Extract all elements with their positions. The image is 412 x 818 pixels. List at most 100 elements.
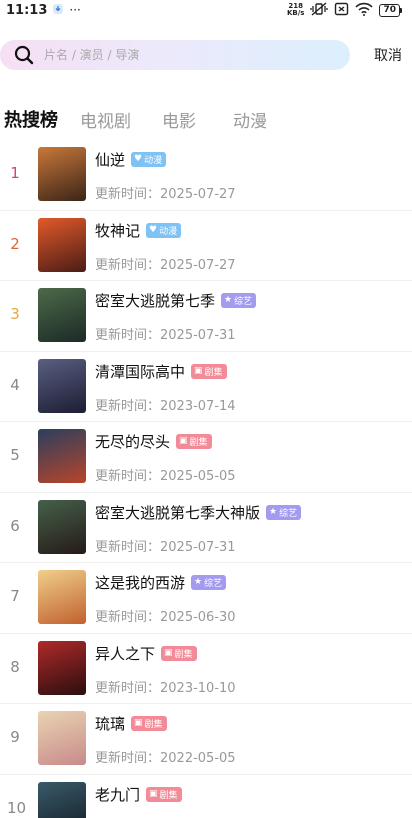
status-right: 218 KB/s 70: [286, 1, 402, 19]
item-title[interactable]: 异人之下: [95, 643, 155, 664]
category-badge: ★ 综艺: [266, 504, 302, 520]
category-badge-label: 动漫: [144, 156, 163, 166]
item-title[interactable]: 仙逆: [95, 149, 125, 170]
update-time: 更新时间：2025-06-30: [95, 610, 236, 625]
category-badge-label: 剧集: [174, 649, 193, 660]
anime-badge-icon: ♥: [149, 224, 158, 235]
list-item[interactable]: 9 琉璃 ▣ 剧集 更新时间：2022-05-05: [0, 704, 412, 775]
list-item[interactable]: 7 这是我的西游 ★ 综艺更新时间：2025-06-30: [0, 563, 412, 634]
anime-badge-icon: ♥: [134, 154, 143, 164]
drama-badge-icon: ▣: [164, 647, 173, 658]
item-title[interactable]: 老九门: [95, 784, 140, 805]
rank-number: 10: [7, 798, 27, 817]
poster-image[interactable]: [38, 781, 86, 818]
item-title[interactable]: 密室大逃脱第七季: [95, 290, 215, 311]
category-badge-label: 剧集: [204, 367, 223, 378]
update-time: 更新时间：2025-07-31: [95, 539, 236, 555]
list-item[interactable]: 2 牧神记 ♥ 动漫更新时间：2025-07-27: [0, 211, 412, 281]
category-badge: ♥ 动漫: [131, 152, 167, 167]
poster-image[interactable]: [38, 711, 86, 765]
list-item[interactable]: 10 老九门 ▣ 剧集: [0, 775, 412, 818]
rank-number: 3: [10, 305, 20, 323]
variety-badge-icon: ★: [194, 577, 203, 587]
drama-badge-icon: ▣: [134, 718, 143, 728]
title-line: 密室大逃脱第七季大神版 ★ 综艺: [95, 502, 302, 523]
title-line: 清潭国际高中 ▣ 剧集: [95, 361, 227, 382]
tab-anime[interactable]: 动漫: [233, 107, 267, 132]
item-title[interactable]: 牧神记: [95, 220, 140, 241]
poster-image[interactable]: [38, 358, 86, 413]
list-item[interactable]: 5 无尽的尽头 ▣ 剧集更新时间：2025-05-05: [0, 422, 412, 493]
tab-hot-search[interactable]: 热搜榜: [4, 106, 58, 132]
cancel-button[interactable]: 取消: [374, 45, 402, 65]
category-badge: ▣ 剧集: [131, 716, 167, 731]
list-item[interactable]: 8 异人之下 ▣ 剧集更新时间：2023-10-10: [0, 634, 412, 704]
search-row: 取消: [0, 40, 412, 70]
poster-image[interactable]: [38, 640, 86, 695]
rank-number: 6: [10, 516, 20, 535]
category-badge: ▣ 剧集: [191, 363, 227, 379]
item-title[interactable]: 无尽的尽头: [95, 431, 170, 452]
title-line: 老九门 ▣ 剧集: [95, 784, 182, 805]
item-title[interactable]: 密室大逃脱第七季大神版: [95, 502, 260, 523]
list-item[interactable]: 3 密室大逃脱第七季 ★ 综艺 更新时间：2025-07-31: [0, 281, 412, 352]
poster-image[interactable]: [38, 429, 86, 483]
drama-badge-icon: ▣: [149, 788, 158, 799]
update-time: 更新时间：2025-05-05: [95, 469, 236, 484]
rank-number: 8: [10, 657, 20, 676]
drama-badge-icon: ▣: [179, 436, 188, 446]
item-title[interactable]: 琉璃: [95, 713, 125, 734]
update-time: 更新时间：2023-07-14: [95, 398, 236, 414]
list-item[interactable]: 6 密室大逃脱第七季大神版 ★ 综艺更新时间：2025-07-31: [0, 493, 412, 563]
rank-number: 7: [10, 587, 20, 605]
category-badge: ♥ 动漫: [146, 222, 182, 238]
no-sim-icon: [334, 2, 349, 19]
poster-image[interactable]: [38, 570, 86, 624]
status-time: 11:13: [6, 2, 48, 18]
rank-number: 2: [10, 234, 20, 253]
search-icon: [14, 45, 34, 65]
rank-number: 1: [10, 164, 20, 182]
battery-icon: 70: [379, 3, 402, 17]
update-time: 更新时间：2025-07-27: [95, 187, 236, 202]
item-title[interactable]: 清潭国际高中: [95, 361, 185, 382]
tab-bar: 热搜榜 电视剧 电影 动漫: [0, 104, 267, 132]
category-badge-label: 剧集: [144, 720, 163, 730]
category-badge: ▣ 剧集: [176, 434, 212, 449]
battery-level: 70: [379, 3, 400, 17]
ranking-list: 1 仙逆 ♥ 动漫 更新时间：2025-07-27 2 牧神记 ♥ 动漫 更新时间：2025-07…: [0, 140, 412, 818]
poster-image[interactable]: [38, 499, 86, 554]
rank-number: 9: [10, 728, 20, 746]
list-item[interactable]: 4 清潭国际高中 ▣ 剧集更新时间：2023-07-14: [0, 352, 412, 422]
rank-number: 4: [10, 375, 20, 394]
poster-image[interactable]: [38, 217, 86, 272]
status-left: 11:13 ···: [6, 3, 81, 18]
variety-badge-icon: ★: [269, 506, 278, 517]
category-badge: ★ 综艺: [221, 293, 257, 308]
category-badge: ▣ 剧集: [146, 786, 182, 802]
variety-badge-icon: ★: [224, 295, 233, 305]
category-badge-label: 剧集: [159, 790, 178, 801]
update-time: 更新时间：2025-07-27: [95, 257, 236, 273]
title-line: 异人之下 ▣ 剧集: [95, 643, 197, 664]
update-time: 更新时间：2023-10-10: [95, 680, 236, 696]
search-input[interactable]: [44, 48, 324, 62]
category-badge: ▣ 剧集: [161, 645, 197, 661]
list-item[interactable]: 1 仙逆 ♥ 动漫更新时间：2025-07-27: [0, 140, 412, 211]
search-box[interactable]: [0, 40, 350, 70]
tab-movie[interactable]: 电影: [162, 107, 196, 132]
poster-image[interactable]: [38, 288, 86, 342]
battery-tip: [400, 7, 402, 13]
category-badge-label: 综艺: [204, 579, 223, 589]
vibrate-off-icon: [310, 1, 329, 19]
tab-tv-series[interactable]: 电视剧: [80, 107, 131, 132]
rank-number: 5: [10, 446, 20, 464]
category-badge-label: 综艺: [234, 297, 253, 307]
net-speed-unit: KB/s: [286, 9, 305, 17]
item-title[interactable]: 这是我的西游: [95, 572, 185, 593]
category-badge: ★ 综艺: [191, 575, 227, 590]
poster-image[interactable]: [38, 147, 86, 201]
category-badge-label: 动漫: [159, 226, 178, 237]
status-bar: 11:13 ··· 218 KB/s 70: [0, 0, 412, 20]
drama-badge-icon: ▣: [194, 365, 203, 376]
